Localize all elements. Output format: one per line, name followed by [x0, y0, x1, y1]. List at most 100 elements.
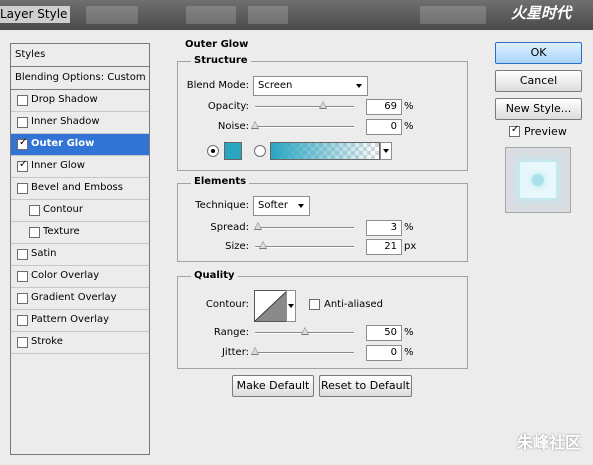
style-item-satin[interactable]: Satin — [11, 244, 149, 266]
noise-slider[interactable] — [255, 126, 354, 128]
noise-unit: % — [404, 121, 414, 132]
style-item-checkbox[interactable] — [17, 337, 28, 348]
jitter-input[interactable]: 0 — [366, 345, 402, 361]
style-item-label: Drop Shadow — [31, 94, 98, 105]
footer-watermark: 朱峰社区 — [516, 433, 581, 452]
size-unit: px — [404, 241, 417, 252]
preview-dot — [532, 174, 544, 186]
checkmark-icon: ✓ — [19, 159, 28, 170]
range-input[interactable]: 50 — [366, 325, 402, 341]
jitter-slider[interactable] — [255, 352, 354, 354]
gradient-picker-button[interactable] — [380, 142, 392, 160]
opacity-slider[interactable] — [255, 106, 354, 108]
technique-value: Softer — [258, 200, 288, 211]
style-item-checkbox[interactable] — [17, 183, 28, 194]
style-item-checkbox[interactable] — [17, 293, 28, 304]
spread-input[interactable]: 3 — [366, 220, 402, 236]
solid-color-radio[interactable] — [207, 145, 219, 157]
anti-aliased-checkbox[interactable] — [309, 299, 320, 310]
ok-button[interactable]: OK — [495, 42, 582, 64]
opacity-label: Opacity: — [207, 101, 249, 112]
chevron-down-icon — [356, 84, 362, 88]
quality-title: Quality — [191, 270, 238, 281]
style-item-checkbox[interactable] — [17, 249, 28, 260]
style-item-checkbox[interactable]: ✓ — [17, 159, 28, 172]
toolbar-ghost — [248, 6, 288, 24]
noise-label: Noise: — [217, 121, 249, 132]
blend-mode-select[interactable]: Screen — [253, 76, 368, 96]
blending-options-item[interactable]: Blending Options: Custom — [11, 67, 149, 90]
jitter-slider-thumb[interactable] — [251, 347, 259, 355]
style-item-color-overlay[interactable]: Color Overlay — [11, 266, 149, 288]
glow-color-swatch[interactable] — [224, 142, 242, 160]
spread-unit: % — [404, 222, 414, 233]
style-item-checkbox[interactable] — [17, 315, 28, 326]
style-item-pattern-overlay[interactable]: Pattern Overlay — [11, 310, 149, 332]
cancel-button[interactable]: Cancel — [495, 70, 582, 92]
structure-title: Structure — [191, 55, 251, 66]
opacity-input[interactable]: 69 — [366, 99, 402, 115]
style-item-inner-shadow[interactable]: Inner Shadow — [11, 112, 149, 134]
chevron-down-icon — [288, 304, 294, 308]
jitter-label: Jitter: — [221, 347, 249, 358]
style-item-drop-shadow[interactable]: Drop Shadow — [11, 90, 149, 112]
style-item-checkbox[interactable] — [17, 95, 28, 106]
preview-checkbox[interactable]: ✓ — [509, 124, 520, 137]
contour-curve-icon — [254, 290, 288, 322]
style-item-contour[interactable]: Contour — [11, 200, 149, 222]
style-item-label: Inner Shadow — [31, 116, 100, 127]
style-item-texture[interactable]: Texture — [11, 222, 149, 244]
chevron-down-icon — [298, 204, 304, 208]
blend-mode-label: Blend Mode: — [186, 80, 249, 91]
opacity-unit: % — [404, 101, 414, 112]
window-title: Layer Style — [0, 6, 71, 23]
watermark-logo: 火星时代 — [510, 4, 571, 22]
noise-slider-thumb[interactable] — [251, 121, 259, 129]
technique-label: Technique: — [195, 200, 249, 211]
style-item-checkbox[interactable] — [17, 117, 28, 128]
chevron-down-icon — [383, 149, 389, 153]
jitter-unit: % — [404, 347, 414, 358]
noise-input[interactable]: 0 — [366, 119, 402, 135]
gradient-radio[interactable] — [254, 145, 266, 157]
size-slider[interactable] — [255, 246, 354, 248]
spread-slider-thumb[interactable] — [253, 222, 262, 230]
anti-aliased-label: Anti-aliased — [324, 299, 384, 310]
toolbar-ghost — [186, 6, 236, 24]
blend-mode-value: Screen — [258, 80, 293, 91]
style-item-label: Outer Glow — [31, 138, 95, 149]
style-item-outer-glow[interactable]: ✓ Outer Glow — [11, 134, 149, 156]
checkmark-icon: ✓ — [511, 124, 520, 135]
contour-preview[interactable] — [254, 290, 288, 322]
size-label: Size: — [225, 241, 249, 252]
reset-to-default-button[interactable]: Reset to Default — [319, 375, 412, 397]
style-item-label: Inner Glow — [31, 160, 85, 171]
style-item-label: Stroke — [31, 336, 63, 347]
style-item-label: Bevel and Emboss — [31, 182, 123, 193]
contour-label: Contour: — [205, 299, 249, 310]
toolbar-ghost — [420, 6, 486, 24]
make-default-button[interactable]: Make Default — [232, 375, 314, 397]
technique-select[interactable]: Softer — [253, 196, 310, 216]
toolbar-ghost — [86, 6, 138, 24]
style-item-gradient-overlay[interactable]: Gradient Overlay — [11, 288, 149, 310]
style-item-inner-glow[interactable]: ✓ Inner Glow — [11, 156, 149, 178]
style-item-bevel-and-emboss[interactable]: Bevel and Emboss — [11, 178, 149, 200]
spread-slider[interactable] — [255, 227, 354, 229]
size-slider-thumb[interactable] — [258, 241, 267, 249]
glow-gradient-swatch[interactable] — [270, 142, 380, 160]
size-input[interactable]: 21 — [366, 239, 402, 255]
elements-title: Elements — [191, 176, 250, 187]
styles-header[interactable]: Styles — [11, 44, 149, 67]
preview-label: Preview — [524, 125, 567, 138]
style-item-checkbox[interactable]: ✓ — [17, 137, 28, 150]
style-item-checkbox[interactable] — [17, 271, 28, 282]
new-style-button[interactable]: New Style... — [495, 98, 582, 120]
checkmark-icon: ✓ — [19, 137, 28, 148]
contour-picker-button[interactable] — [286, 290, 296, 322]
style-item-stroke[interactable]: Stroke — [11, 332, 149, 354]
style-item-checkbox[interactable] — [29, 205, 40, 216]
style-item-checkbox[interactable] — [29, 227, 40, 238]
range-slider-thumb[interactable] — [300, 327, 309, 335]
opacity-slider-thumb[interactable] — [319, 101, 328, 109]
